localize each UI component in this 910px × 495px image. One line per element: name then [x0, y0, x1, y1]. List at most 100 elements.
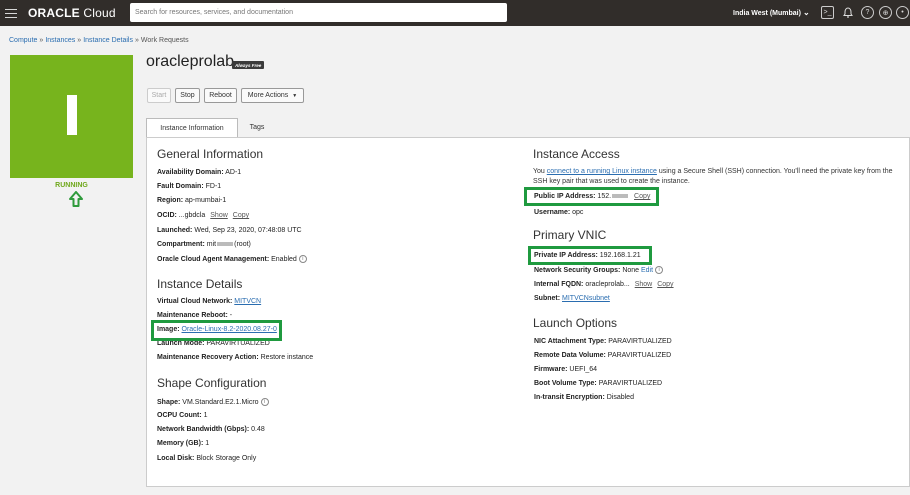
info-icon[interactable]: i — [298, 255, 307, 263]
nsg-edit-link[interactable]: Edit — [641, 267, 653, 274]
field-label: OCID: — [157, 212, 177, 219]
ocid-show-link[interactable]: Show — [210, 212, 228, 219]
connect-linux-instance-link[interactable]: connect to a running Linux instance — [547, 168, 657, 175]
nsg-row: Network Security Groups: None Edit i — [534, 266, 664, 274]
compartment-value: mit — [206, 241, 217, 248]
bandwidth-value: 0.48 — [251, 426, 265, 433]
local-disk-value: Block Storage Only — [196, 455, 257, 462]
fault-domain-row: Fault Domain: FD-1 — [157, 183, 221, 190]
region-value: ap-mumbai-1 — [185, 197, 227, 204]
field-label: Remote Data Volume: — [534, 352, 606, 359]
start-button[interactable]: Start — [147, 88, 171, 103]
ocpu-row: OCPU Count: 1 — [157, 412, 208, 419]
search-input[interactable]: Search for resources, services, and docu… — [130, 3, 507, 22]
instance-status-label: RUNNING — [55, 182, 88, 189]
ssh-instructions: You connect to a running Linux instance … — [533, 167, 905, 186]
tab-instance-information[interactable]: Instance Information — [146, 118, 238, 137]
ocid-value: ...gbdcla — [178, 212, 206, 219]
cloud-shell-icon[interactable]: >_ — [821, 6, 834, 19]
remote-volume-row: Remote Data Volume: PARAVIRTUALIZED — [534, 352, 671, 359]
info-icon[interactable]: i — [260, 398, 269, 406]
field-label: Launch Mode: — [157, 340, 205, 347]
help-icon[interactable]: ? — [861, 6, 874, 19]
field-label: Region: — [157, 197, 184, 204]
username-value: opc — [572, 209, 584, 216]
region-selector[interactable]: India West (Mumbai) ⌄ — [733, 8, 810, 17]
launched-value: Wed, Sep 23, 2020, 07:48:08 UTC — [194, 227, 302, 234]
shape-value: VM.Standard.E2.1.Micro — [182, 398, 259, 406]
region-row: Region: ap-mumbai-1 — [157, 197, 226, 204]
firmware-row: Firmware: UEFI_64 — [534, 366, 597, 373]
field-label: Shape: — [157, 398, 181, 406]
breadcrumb-compute[interactable]: Compute — [9, 37, 37, 44]
fault-domain-value: FD-1 — [205, 183, 222, 190]
instance-icon — [67, 95, 77, 135]
ssh-text-before: You — [533, 168, 547, 175]
launch-mode-value: PARAVIRTUALIZED — [206, 340, 270, 347]
nic-attachment-row: NIC Attachment Type: PARAVIRTUALIZED — [534, 338, 672, 345]
subnet-link[interactable]: MITVCNsubnet — [562, 295, 610, 302]
field-label: Memory (GB): — [157, 440, 204, 447]
vcn-link[interactable]: MITVCN — [234, 298, 261, 305]
field-label: Maintenance Recovery Action: — [157, 354, 259, 361]
maintenance-reboot-row: Maintenance Reboot: - — [157, 312, 232, 319]
username-row: Username: opc — [534, 209, 583, 216]
user-profile-icon[interactable]: • — [896, 6, 909, 19]
boot-volume-value: PARAVIRTUALIZED — [598, 380, 663, 387]
breadcrumb-instance-details[interactable]: Instance Details — [83, 37, 133, 44]
field-label: Network Security Groups: — [534, 266, 621, 274]
stop-button[interactable]: Stop — [175, 88, 200, 103]
maintenance-reboot-value: - — [229, 312, 233, 319]
field-label: Boot Volume Type: — [534, 380, 597, 387]
nsg-value: None — [622, 266, 640, 274]
more-actions-button[interactable]: More Actions ▼ — [241, 88, 304, 103]
remote-volume-value: PARAVIRTUALIZED — [607, 352, 672, 359]
tab-tags[interactable]: Tags — [240, 118, 274, 137]
vcn-row: Virtual Cloud Network: MITVCN — [157, 298, 261, 305]
launched-row: Launched: Wed, Sep 23, 2020, 07:48:08 UT… — [157, 227, 302, 234]
memory-row: Memory (GB): 1 — [157, 440, 209, 447]
fqdn-show-link[interactable]: Show — [635, 281, 653, 288]
field-label: Local Disk: — [157, 455, 195, 462]
memory-value: 1 — [205, 440, 210, 447]
breadcrumb: Compute» Instances» Instance Details» Work … — [9, 37, 189, 44]
field-label: Network Bandwidth (Gbps): — [157, 426, 250, 433]
bell-icon[interactable] — [841, 6, 854, 19]
instance-access-heading: Instance Access — [533, 147, 620, 161]
general-information-heading: General Information — [157, 147, 264, 161]
boot-volume-row: Boot Volume Type: PARAVIRTUALIZED — [534, 380, 662, 387]
field-label: Launched: — [157, 227, 193, 234]
private-ip-highlight-box — [528, 246, 652, 265]
launch-mode-row: Launch Mode: PARAVIRTUALIZED — [157, 340, 270, 347]
nic-attachment-value: PARAVIRTUALIZED — [608, 338, 672, 345]
local-disk-row: Local Disk: Block Storage Only — [157, 455, 256, 462]
field-label: Subnet: — [534, 295, 561, 302]
field-label: Internal FQDN: — [534, 281, 584, 288]
caret-down-icon: ▼ — [292, 92, 298, 99]
top-navigation-bar: ORACLE Cloud Search for resources, servi… — [0, 0, 910, 26]
fqdn-copy-link[interactable]: Copy — [657, 281, 673, 288]
breadcrumb-instances[interactable]: Instances — [45, 37, 75, 44]
logo-oracle-text: ORACLE — [28, 6, 80, 20]
in-transit-encryption-row: In-transit Encryption: Disabled — [534, 394, 634, 401]
hamburger-menu-icon[interactable] — [4, 6, 18, 20]
agent-management-value: Enabled — [271, 255, 297, 263]
ocid-copy-link[interactable]: Copy — [233, 212, 249, 219]
availability-domain-value: AD-1 — [225, 169, 242, 176]
info-icon[interactable]: i — [655, 266, 664, 274]
instance-details-heading: Instance Details — [157, 277, 243, 291]
field-label: Oracle Cloud Agent Management: — [157, 255, 270, 263]
bandwidth-row: Network Bandwidth (Gbps): 0.48 — [157, 426, 265, 433]
subnet-row: Subnet: MITVCNsubnet — [534, 295, 610, 302]
logo-cloud-text: Cloud — [83, 6, 116, 20]
primary-vnic-heading: Primary VNIC — [533, 228, 607, 242]
shape-row: Shape: VM.Standard.E2.1.Micro i — [157, 398, 269, 406]
region-label: India West (Mumbai) — [733, 10, 801, 17]
oracle-cloud-logo[interactable]: ORACLE Cloud — [28, 6, 116, 20]
breadcrumb-work-requests: Work Requests — [140, 37, 189, 44]
always-free-badge: Always Free — [232, 61, 265, 69]
globe-icon[interactable]: ⊕ — [879, 6, 892, 19]
reboot-button[interactable]: Reboot — [204, 88, 237, 103]
image-highlight-box — [151, 320, 282, 341]
field-label: In-transit Encryption: — [534, 394, 605, 401]
